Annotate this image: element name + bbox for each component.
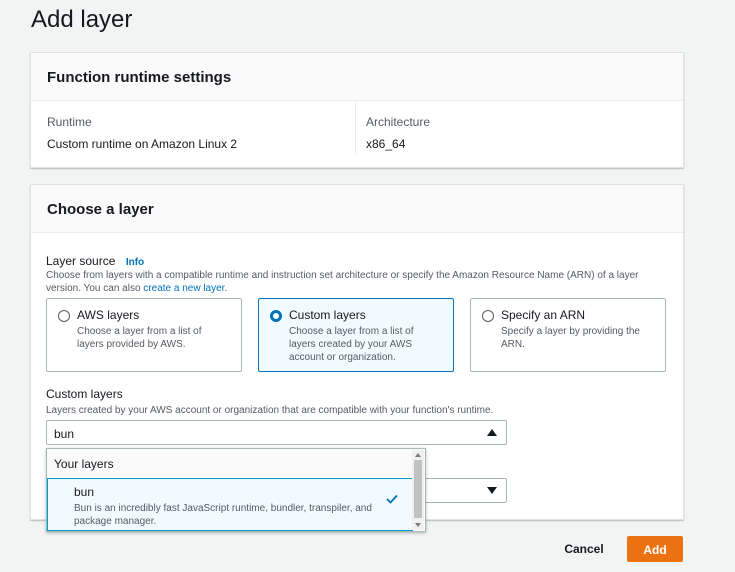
cancel-button[interactable]: Cancel bbox=[558, 537, 610, 561]
layer-source-description-end: . bbox=[224, 283, 228, 294]
layer-source-description: Choose from layers with a compatible run… bbox=[46, 269, 666, 295]
option-title: bun bbox=[74, 485, 95, 499]
custom-layers-select-value: bun bbox=[54, 427, 75, 441]
layer-source-heading: Layer source Info bbox=[46, 252, 144, 270]
scroll-up-icon[interactable] bbox=[415, 453, 421, 457]
architecture-value: x86_64 bbox=[366, 137, 406, 151]
radio-icon[interactable] bbox=[270, 310, 282, 322]
runtime-settings-panel: Function runtime settings Runtime Custom… bbox=[30, 52, 684, 168]
runtime-label: Runtime bbox=[47, 115, 92, 129]
info-link[interactable]: Info bbox=[126, 257, 144, 268]
radio-icon[interactable] bbox=[58, 310, 70, 322]
scroll-down-icon[interactable] bbox=[415, 523, 421, 527]
architecture-field: Architecture x86_64 bbox=[366, 115, 430, 151]
custom-layers-dropdown: Your layers bun Bun is an incredibly fas… bbox=[46, 448, 426, 532]
runtime-field: Runtime Custom runtime on Amazon Linux 2 bbox=[47, 115, 237, 151]
tile-description: Choose a layer from a list of layers pro… bbox=[77, 326, 202, 350]
tile-title: Custom layers bbox=[289, 308, 366, 322]
layer-source-description-text: Choose from layers with a compatible run… bbox=[46, 270, 639, 294]
choose-layer-title: Choose a layer bbox=[31, 185, 683, 233]
custom-layers-label: Custom layers bbox=[46, 387, 123, 401]
tile-custom-layers[interactable]: Custom layers Choose a layer from a list… bbox=[258, 298, 454, 372]
add-button[interactable]: Add bbox=[627, 536, 683, 562]
create-new-layer-link[interactable]: create a new layer bbox=[143, 283, 224, 294]
caret-up-icon bbox=[487, 429, 497, 436]
scroll-thumb[interactable] bbox=[414, 460, 422, 518]
custom-layers-select[interactable]: bun bbox=[46, 420, 507, 445]
radio-icon[interactable] bbox=[482, 310, 494, 322]
caret-down-icon bbox=[487, 487, 497, 494]
runtime-settings-row: Runtime Custom runtime on Amazon Linux 2… bbox=[31, 101, 683, 167]
dropdown-scrollbar[interactable] bbox=[412, 450, 424, 530]
tile-specify-arn[interactable]: Specify an ARN Specify a layer by provid… bbox=[470, 298, 666, 372]
runtime-panel-title: Function runtime settings bbox=[31, 53, 683, 101]
tile-title: AWS layers bbox=[77, 308, 140, 322]
custom-layers-description: Layers created by your AWS account or or… bbox=[46, 405, 494, 416]
check-icon bbox=[386, 494, 398, 504]
dropdown-group-label: Your layers bbox=[47, 449, 425, 477]
runtime-value: Custom runtime on Amazon Linux 2 bbox=[47, 137, 238, 151]
tile-description: Choose a layer from a list of layers cre… bbox=[289, 326, 414, 363]
page-title: Add layer bbox=[31, 6, 133, 33]
option-description: Bun is an incredibly fast JavaScript run… bbox=[74, 503, 372, 527]
tile-title: Specify an ARN bbox=[501, 308, 586, 322]
layer-source-label: Layer source bbox=[46, 254, 116, 268]
architecture-label: Architecture bbox=[366, 115, 431, 129]
column-divider bbox=[355, 101, 356, 155]
tile-description: Specify a layer by providing the ARN. bbox=[501, 326, 640, 350]
tile-aws-layers[interactable]: AWS layers Choose a layer from a list of… bbox=[46, 298, 242, 372]
dropdown-option-bun[interactable]: bun Bun is an incredibly fast JavaScript… bbox=[47, 478, 413, 531]
